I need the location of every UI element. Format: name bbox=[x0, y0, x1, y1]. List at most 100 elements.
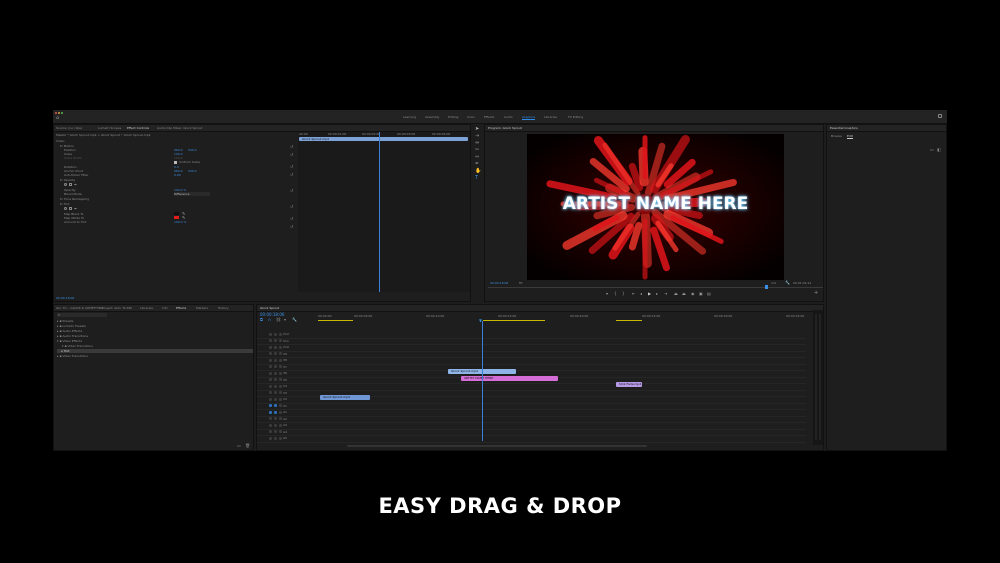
tree-item[interactable]: ▸ ▪ Lumetri Presets bbox=[57, 324, 86, 328]
track-select-tool-icon[interactable]: ⇥ bbox=[475, 133, 479, 139]
pen-tool-icon[interactable]: ✒ bbox=[475, 161, 479, 167]
workspace-tab-assembly[interactable]: Assembly bbox=[425, 115, 439, 119]
track-label[interactable]: V4 bbox=[283, 384, 287, 388]
track-lock-toggle[interactable] bbox=[269, 345, 272, 349]
layer-options-icon[interactable]: ◧ bbox=[937, 147, 941, 152]
artist-name-text[interactable]: ARTIST NAME HERE bbox=[527, 194, 784, 214]
mark-in-icon[interactable]: { bbox=[614, 291, 617, 296]
property-row[interactable]: fx Time Remapping bbox=[60, 197, 89, 201]
track-visibility-toggle[interactable] bbox=[279, 371, 282, 375]
reset-icon[interactable]: ↺ bbox=[290, 188, 293, 193]
go-to-in-icon[interactable]: ⇤ bbox=[632, 291, 635, 296]
tab-lumetri-scopes[interactable]: Lumetri Scopes bbox=[98, 126, 121, 130]
tab-markers[interactable]: Markers bbox=[196, 306, 208, 310]
track-sync-toggle[interactable] bbox=[274, 332, 277, 336]
track-lock-toggle[interactable] bbox=[269, 378, 272, 381]
reset-icon[interactable]: ↺ bbox=[290, 164, 293, 169]
track-visibility-toggle[interactable] bbox=[279, 378, 282, 381]
track-lock-toggle[interactable] bbox=[269, 436, 272, 440]
track-lock-toggle[interactable] bbox=[269, 404, 272, 407]
track-sync-toggle[interactable] bbox=[274, 423, 277, 427]
reset-icon[interactable]: ↺ bbox=[290, 216, 293, 221]
snap-icon[interactable]: ∩ bbox=[268, 317, 271, 322]
blend-mode-select[interactable]: Difference bbox=[174, 192, 210, 196]
track-label[interactable]: A4 bbox=[283, 430, 287, 434]
track-label[interactable]: V11 bbox=[283, 339, 289, 343]
track-lock-toggle[interactable] bbox=[269, 430, 272, 433]
tab-bin[interactable]: Glo. TC... GLOCK & SOMETHING bbox=[56, 306, 103, 310]
track-sync-toggle[interactable] bbox=[274, 417, 277, 420]
workspace-tab-effects[interactable]: Effects bbox=[484, 115, 494, 119]
reset-icon[interactable]: ↺ bbox=[290, 144, 293, 149]
rectangle-mask-icon[interactable] bbox=[69, 183, 72, 186]
track-sync-toggle[interactable] bbox=[274, 345, 277, 349]
track-lock-toggle[interactable] bbox=[269, 391, 272, 394]
type-tool-icon[interactable]: T bbox=[475, 175, 478, 181]
playhead[interactable] bbox=[379, 132, 380, 292]
timeline-clip[interactable]: Glock Sprout.mp4 bbox=[320, 395, 370, 400]
map-black-swatch[interactable] bbox=[174, 212, 179, 215]
resolution-select[interactable]: 1/4 bbox=[771, 281, 776, 285]
track-label[interactable]: A1 bbox=[283, 410, 287, 414]
linked-selection-icon[interactable]: ⛓ bbox=[276, 317, 281, 322]
slip-tool-icon[interactable]: ⇔ bbox=[475, 154, 479, 160]
track-sync-toggle[interactable] bbox=[274, 391, 277, 394]
timeline-sequence-tab[interactable]: Glock Sprout bbox=[260, 306, 279, 310]
ellipse-mask-icon[interactable] bbox=[64, 183, 67, 186]
program-scrub-bar[interactable] bbox=[488, 287, 823, 288]
track-label[interactable]: V10 bbox=[283, 345, 289, 349]
track-visibility-toggle[interactable] bbox=[279, 339, 282, 342]
add-marker-icon[interactable]: ▾ bbox=[284, 317, 286, 322]
track-label[interactable]: V2 bbox=[283, 397, 287, 401]
step-back-icon[interactable]: ◂ bbox=[640, 291, 642, 296]
track-label[interactable]: A2 bbox=[283, 417, 287, 421]
track-sync-toggle[interactable] bbox=[274, 371, 277, 375]
reset-icon[interactable]: ↺ bbox=[290, 224, 293, 229]
tab-browse[interactable]: Browse bbox=[831, 134, 842, 138]
workspace-tab-graphics[interactable]: Graphics bbox=[522, 115, 536, 120]
track-lock-toggle[interactable] bbox=[269, 352, 272, 355]
track-label[interactable]: A3 bbox=[283, 423, 287, 427]
delete-icon[interactable]: 🗑 bbox=[245, 443, 250, 448]
track-sync-toggle[interactable] bbox=[274, 430, 277, 433]
track-sync-toggle[interactable] bbox=[274, 436, 277, 440]
add-marker-icon[interactable]: ▾ bbox=[606, 291, 608, 296]
tree-item[interactable]: ▾ ▪ Video Effects bbox=[57, 339, 82, 343]
pen-mask-icon[interactable]: ✒ bbox=[74, 206, 77, 211]
track-lock-toggle[interactable] bbox=[269, 339, 272, 342]
tree-item-selected[interactable]: ▫ Tint bbox=[57, 349, 253, 353]
tab-edit[interactable]: Edit bbox=[847, 134, 853, 139]
tree-item[interactable]: ▸ ▪ Audio Effects bbox=[57, 329, 82, 333]
workspace-tab-editing[interactable]: Editing bbox=[448, 115, 458, 119]
home-icon[interactable]: ⌂ bbox=[56, 115, 59, 121]
new-layer-icon[interactable]: ▭ bbox=[930, 147, 934, 152]
program-timecode[interactable]: 00:00:18:06 bbox=[490, 281, 508, 285]
track-label[interactable]: V9 bbox=[283, 352, 287, 356]
position-y-value[interactable]: 540.0 bbox=[188, 148, 197, 152]
timeline-playhead[interactable] bbox=[482, 321, 483, 441]
tree-item[interactable]: ▸ ▪ Presets bbox=[57, 319, 73, 323]
track-lock-toggle[interactable] bbox=[269, 332, 272, 336]
track-sync-toggle[interactable] bbox=[274, 339, 277, 342]
go-to-out-icon[interactable]: ⇥ bbox=[664, 291, 667, 296]
maximize-window-icon[interactable] bbox=[61, 112, 63, 114]
mark-out-icon[interactable]: } bbox=[622, 291, 625, 296]
track-visibility-toggle[interactable] bbox=[279, 332, 282, 336]
track-label[interactable]: V6 bbox=[283, 371, 287, 375]
lift-icon[interactable]: ⏏ bbox=[674, 291, 678, 296]
track-visibility-toggle[interactable] bbox=[279, 384, 282, 388]
track-visibility-toggle[interactable] bbox=[279, 436, 282, 440]
track-lock-toggle[interactable] bbox=[269, 371, 272, 375]
track-label[interactable]: V5 bbox=[283, 378, 287, 382]
timeline-clip[interactable]: Smk Fade.mp4 bbox=[616, 382, 642, 387]
track-lock-toggle[interactable] bbox=[269, 423, 272, 427]
track-visibility-toggle[interactable] bbox=[279, 410, 282, 414]
reset-icon[interactable]: ↺ bbox=[290, 152, 293, 157]
track-visibility-toggle[interactable] bbox=[279, 358, 282, 362]
proxy-toggle-icon[interactable]: ▤ bbox=[707, 291, 711, 296]
track-visibility-toggle[interactable] bbox=[279, 345, 282, 349]
tree-item[interactable]: ▾ ▪ Video Transitions bbox=[62, 344, 93, 348]
tab-libraries[interactable]: Libraries bbox=[140, 306, 153, 310]
tab-audio-clip-mixer[interactable]: Audio Clip Mixer: Glock Sprout bbox=[157, 126, 202, 130]
tab-history[interactable]: History bbox=[218, 306, 229, 310]
